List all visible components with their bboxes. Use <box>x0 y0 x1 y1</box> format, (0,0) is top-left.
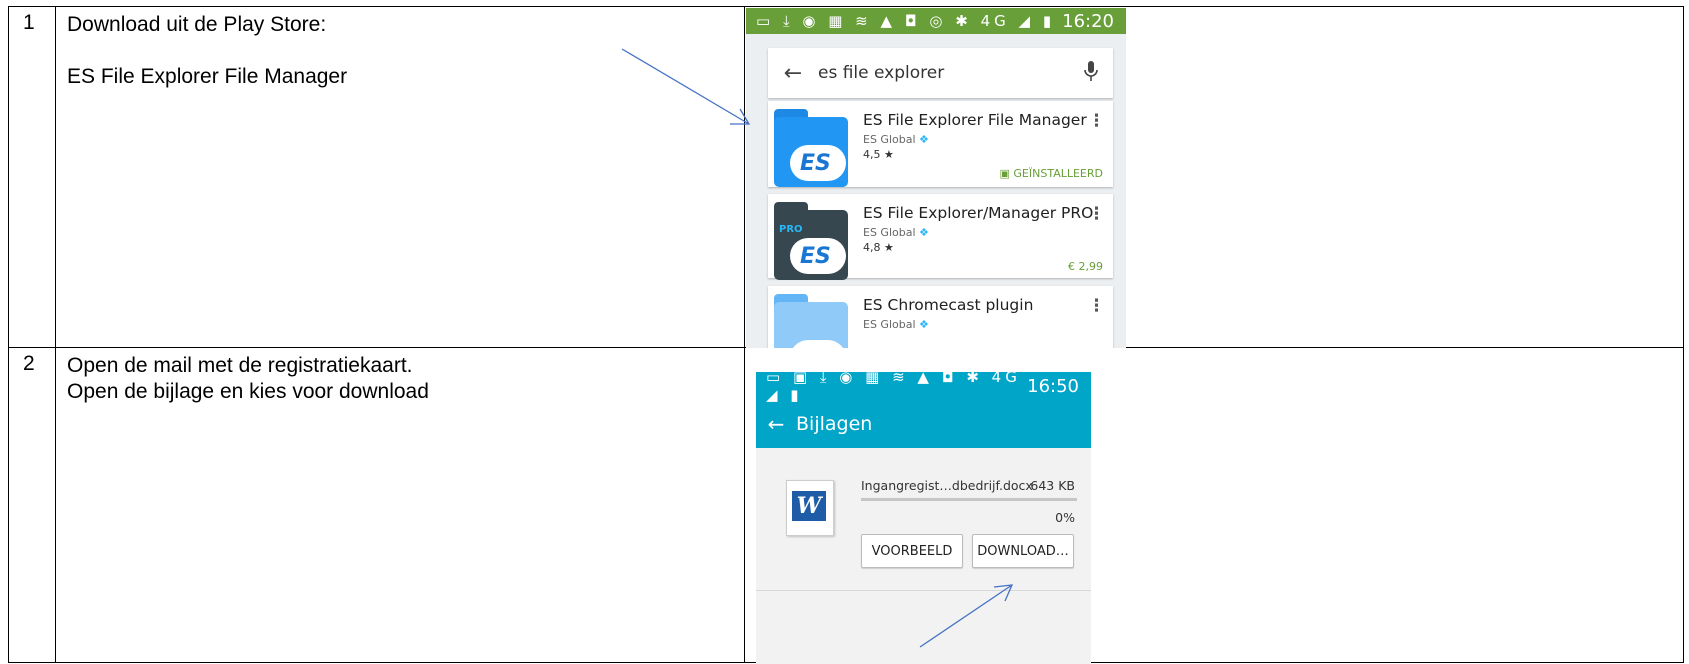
app-header: ← Bijlagen <box>756 400 1091 448</box>
word-document-icon: W <box>786 480 834 536</box>
status-icons: ▭ ▣ ⤓ ◉ ▦ ≋ ▲ ◘ ✱ 4G ◢ ▮ <box>766 372 1021 404</box>
app-title: ES Chromecast plugin <box>863 296 1034 314</box>
status-bar: ▭ ▣ ⤓ ◉ ▦ ≋ ▲ ◘ ✱ 4G ◢ ▮ 16:50 <box>756 372 1091 404</box>
step-line: Download uit de Play Store: <box>67 13 327 36</box>
more-options-icon[interactable]: ⋮ <box>1088 111 1105 131</box>
verified-icon: ❖ <box>919 133 929 146</box>
status-icons: ▭ ⤓ ◉ ▦ ≋ ▲ ◘ ◎ ✱ 4G ◢ ▮ <box>756 12 1056 30</box>
step-text: Download uit de Play Store: ES File Expl… <box>55 6 745 348</box>
attachment-file-name: Ingangregist…dbedrijf.docx <box>861 478 1033 493</box>
search-bar[interactable]: ← es file explorer <box>768 48 1113 98</box>
table-row: 2 Open de mail met de registratiekaart. … <box>8 347 1684 664</box>
app-result-card[interactable]: ES Chromecast plugin ES Global ❖ ⋮ <box>768 286 1113 348</box>
arrow-left-icon[interactable]: ← <box>756 412 796 436</box>
step-line <box>67 38 744 64</box>
step-number: 2 <box>8 347 56 663</box>
divider <box>756 590 1091 591</box>
step-text: Open de mail met de registratiekaart. Op… <box>55 347 745 663</box>
app-developer: ES Global ❖ <box>863 226 929 239</box>
email-attachment-screenshot: ▭ ▣ ⤓ ◉ ▦ ≋ ▲ ◘ ✱ 4G ◢ ▮ 16:50 ← Bijlage… <box>756 372 1091 664</box>
attachment-file-size: 643 KB <box>1030 478 1075 493</box>
status-bar: ▭ ⤓ ◉ ▦ ≋ ▲ ◘ ◎ ✱ 4G ◢ ▮ 16:20 <box>746 8 1126 34</box>
table-row: 1 Download uit de Play Store: ES File Ex… <box>8 6 1684 348</box>
app-result-card[interactable]: PRO ES ES File Explorer/Manager PRO ES G… <box>768 194 1113 280</box>
app-rating: 4,5 ★ <box>863 148 894 161</box>
step-line: ES File Explorer File Manager <box>67 65 348 88</box>
app-developer: ES Global ❖ <box>863 133 929 146</box>
app-price: € 2,99 <box>1068 260 1103 273</box>
arrow-left-icon[interactable]: ← <box>768 61 818 86</box>
status-time: 16:50 <box>1027 375 1079 397</box>
preview-button[interactable]: VOORBEELD <box>861 534 963 568</box>
screenshot-cell: ▭ ▣ ⤓ ◉ ▦ ≋ ▲ ◘ ✱ 4G ◢ ▮ 16:50 ← Bijlage… <box>744 347 1684 664</box>
es-file-explorer-icon: ES <box>774 109 848 187</box>
download-progress-text: 0% <box>1055 510 1075 525</box>
step-line: Open de mail met de registratiekaart. <box>67 354 413 377</box>
app-developer: ES Global ❖ <box>863 318 929 331</box>
download-button[interactable]: DOWNLOAD… <box>972 534 1074 568</box>
more-options-icon[interactable]: ⋮ <box>1088 204 1105 224</box>
step-number: 1 <box>8 6 56 348</box>
more-options-icon[interactable]: ⋮ <box>1088 296 1105 316</box>
app-result-card[interactable]: ES ES File Explorer File Manager ES Glob… <box>768 101 1113 187</box>
es-file-explorer-pro-icon: PRO ES <box>774 202 848 280</box>
es-chromecast-icon <box>774 294 848 348</box>
playstore-screenshot: ▭ ⤓ ◉ ▦ ≋ ▲ ◘ ◎ ✱ 4G ◢ ▮ 16:20 ← es file… <box>746 8 1126 348</box>
briefcase-icon: ▣ <box>999 167 1014 180</box>
search-input[interactable]: es file explorer <box>818 63 1069 83</box>
verified-icon: ❖ <box>919 226 929 239</box>
instruction-table: 1 Download uit de Play Store: ES File Ex… <box>8 6 1684 664</box>
app-title: ES File Explorer File Manager <box>863 111 1087 129</box>
verified-icon: ❖ <box>919 318 929 331</box>
status-time: 16:20 <box>1062 10 1114 32</box>
install-status: ▣ GEÏNSTALLEERD <box>999 167 1103 180</box>
app-rating: 4,8 ★ <box>863 241 894 254</box>
header-title: Bijlagen <box>796 413 873 435</box>
screenshot-cell: ▭ ⤓ ◉ ▦ ≋ ▲ ◘ ◎ ✱ 4G ◢ ▮ 16:20 ← es file… <box>744 6 1684 348</box>
step-line: Open de bijlage en kies voor download <box>67 380 429 403</box>
microphone-icon[interactable] <box>1069 60 1113 86</box>
download-progress-bar <box>861 498 1077 501</box>
app-title: ES File Explorer/Manager PRO <box>863 204 1094 222</box>
